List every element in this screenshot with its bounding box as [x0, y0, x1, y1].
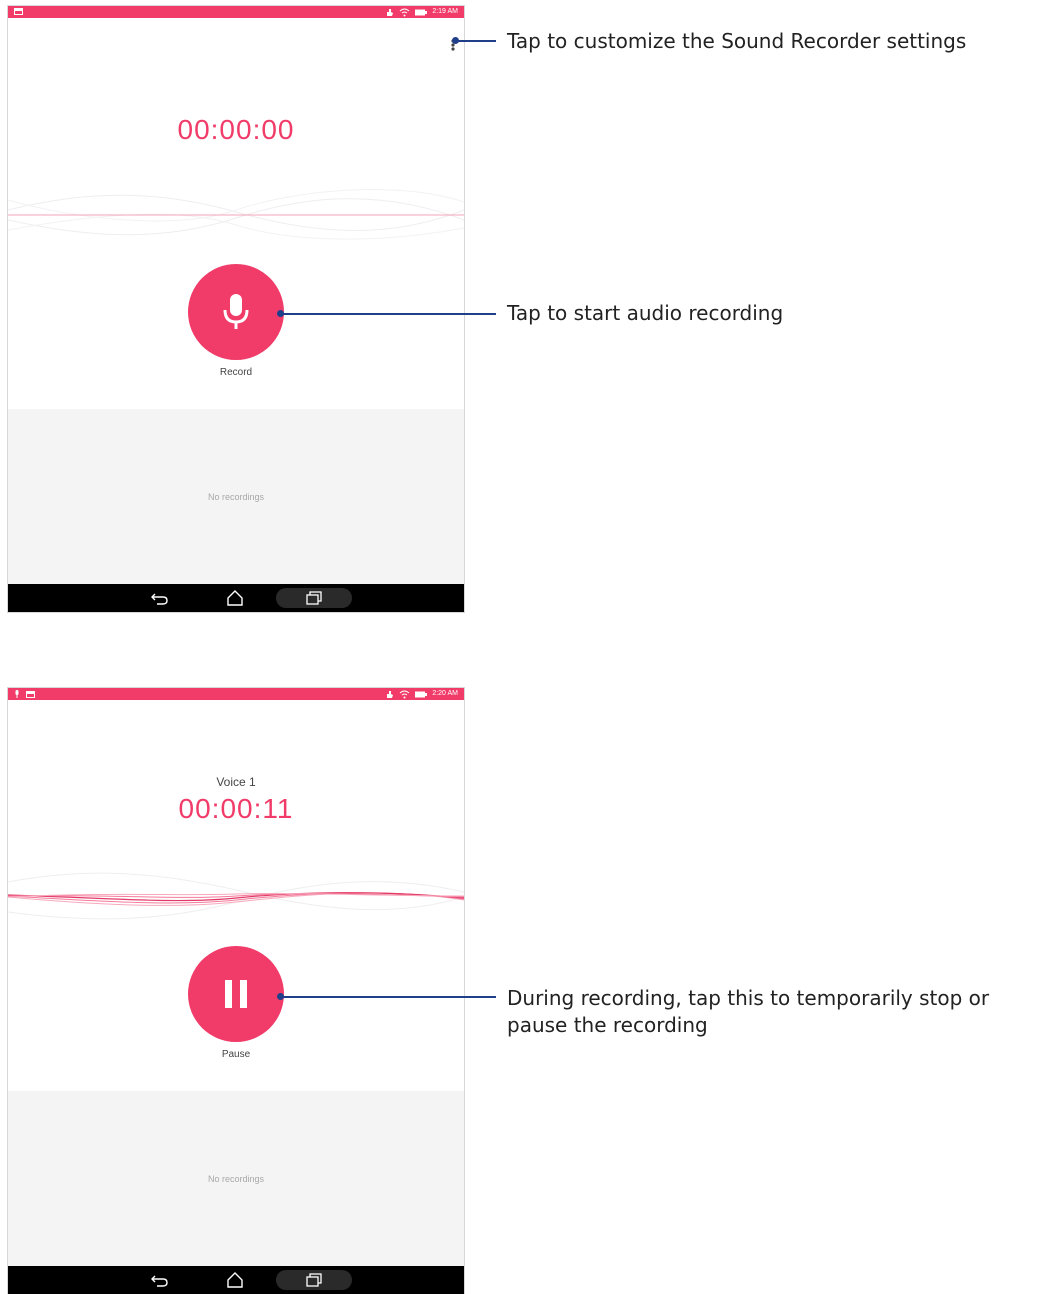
status-time: 2:19 AM — [432, 8, 458, 15]
battery-icon — [415, 9, 428, 15]
recording-timer: 00:00:00 — [177, 114, 295, 145]
callout-record: Tap to start audio recording — [507, 301, 784, 325]
recorder-panel: 00:00:00 Record — [8, 18, 464, 409]
gallery-notification-icon — [26, 690, 35, 698]
recordings-list: No recordings — [8, 409, 464, 584]
back-button[interactable] — [148, 1270, 172, 1290]
pause-button[interactable] — [188, 946, 284, 1042]
callout-line-pause — [281, 996, 496, 998]
mic-notification-icon — [15, 690, 19, 698]
recent-apps-button[interactable] — [276, 1270, 352, 1290]
pause-label: Pause — [221, 1049, 251, 1060]
status-bar: 2:20 AM — [8, 688, 464, 700]
recorder-screen-idle: 2:19 AM 00:00:00 Record No recordings — [8, 6, 464, 612]
microphone-icon — [223, 294, 249, 329]
back-icon — [151, 593, 168, 605]
callout-line-record — [281, 313, 496, 315]
battery-icon — [415, 691, 428, 697]
pause-icon — [225, 980, 247, 1008]
wifi-icon — [399, 8, 410, 16]
touch-gesture-icon — [387, 690, 394, 698]
back-icon — [151, 1275, 168, 1287]
gallery-notification-icon — [14, 8, 23, 15]
status-time: 2:20 AM — [432, 690, 458, 697]
recent-apps-button[interactable] — [276, 588, 352, 608]
recording-name: Voice 1 — [216, 775, 256, 789]
empty-list-message: No recordings — [207, 491, 265, 502]
record-button[interactable] — [188, 264, 284, 360]
waveform — [8, 189, 464, 240]
recording-timer: 00:00:11 — [178, 793, 294, 824]
callout-settings: Tap to customize the Sound Recorder sett… — [507, 29, 967, 53]
home-button[interactable] — [223, 588, 247, 608]
home-button[interactable] — [223, 1270, 247, 1290]
recent-apps-icon — [306, 591, 322, 605]
recorder-screen-recording: 2:20 AM Voice 1 00:00:11 Pause No record… — [8, 688, 464, 1294]
recordings-list: No recordings — [8, 1091, 464, 1266]
recent-apps-icon — [306, 1273, 322, 1287]
record-label: Record — [219, 367, 253, 378]
waveform — [8, 872, 464, 920]
callout-pause: During recording, tap this to temporaril… — [507, 986, 990, 1037]
empty-list-message: No recordings — [207, 1173, 265, 1184]
navigation-bar — [8, 1266, 464, 1294]
navigation-bar — [8, 584, 464, 612]
callout-line-settings — [456, 40, 496, 42]
touch-gesture-icon — [387, 8, 394, 16]
wifi-icon — [399, 690, 410, 698]
status-bar: 2:19 AM — [8, 6, 464, 18]
back-button[interactable] — [148, 588, 172, 608]
recorder-panel: Voice 1 00:00:11 Pause — [8, 700, 464, 1091]
home-icon — [227, 590, 243, 606]
home-icon — [227, 1272, 243, 1288]
